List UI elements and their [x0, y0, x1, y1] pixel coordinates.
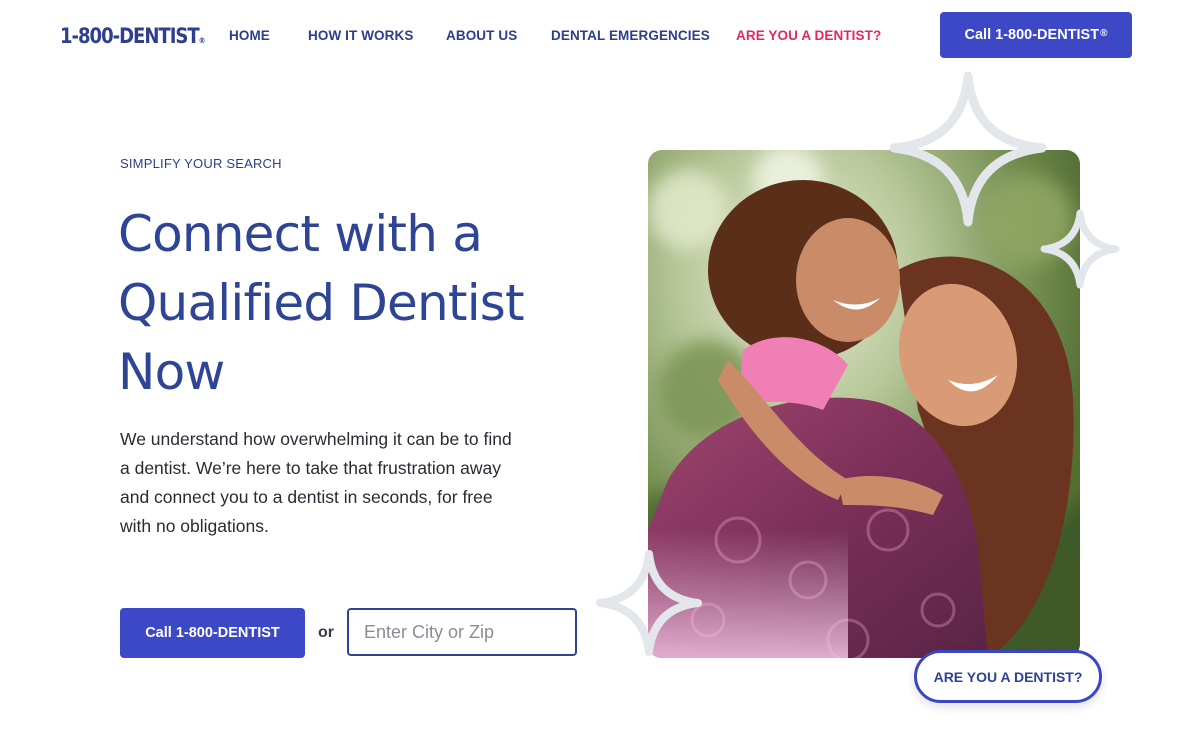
site-header: 1-800-DENTIST® HOME HOW IT WORKS ABOUT U…	[0, 0, 1200, 72]
nav-about-us[interactable]: ABOUT US	[446, 28, 517, 43]
logo-text: 1-800-DENTIST	[60, 24, 200, 48]
or-separator: or	[318, 624, 334, 641]
headline-line-3: Now	[118, 343, 225, 401]
nav-are-you-a-dentist[interactable]: ARE YOU A DENTIST?	[736, 28, 881, 43]
headline-line-2: Qualified Dentist	[118, 274, 525, 332]
nav-how-it-works[interactable]: HOW IT WORKS	[308, 28, 413, 43]
hero-eyebrow: SIMPLIFY YOUR SEARCH	[120, 156, 282, 171]
hero-headline: Connect with a Qualified Dentist Now	[118, 200, 598, 407]
location-search	[347, 608, 577, 656]
hero-description: We understand how overwhelming it can be…	[120, 429, 512, 536]
nav-dental-emergencies[interactable]: DENTAL EMERGENCIES	[551, 28, 710, 43]
sparkle-large-icon	[889, 71, 1047, 227]
nav-home[interactable]: HOME	[229, 28, 270, 43]
are-you-a-dentist-button[interactable]: ARE YOU A DENTIST?	[914, 650, 1102, 703]
sparkle-small-icon	[1040, 209, 1120, 289]
header-call-label: Call 1-800-DENTIST	[964, 27, 1100, 43]
header-call-registered-mark: ®	[1100, 27, 1108, 39]
city-zip-input[interactable]	[349, 610, 575, 654]
header-call-button[interactable]: Call 1-800-DENTIST ®	[940, 12, 1132, 58]
logo-registered-mark: ®	[198, 36, 206, 45]
brand-logo[interactable]: 1-800-DENTIST®	[60, 24, 206, 48]
hero-call-button[interactable]: Call 1-800-DENTIST	[120, 608, 305, 658]
sparkle-bottom-icon	[596, 550, 702, 656]
headline-line-1: Connect with a	[118, 205, 483, 263]
